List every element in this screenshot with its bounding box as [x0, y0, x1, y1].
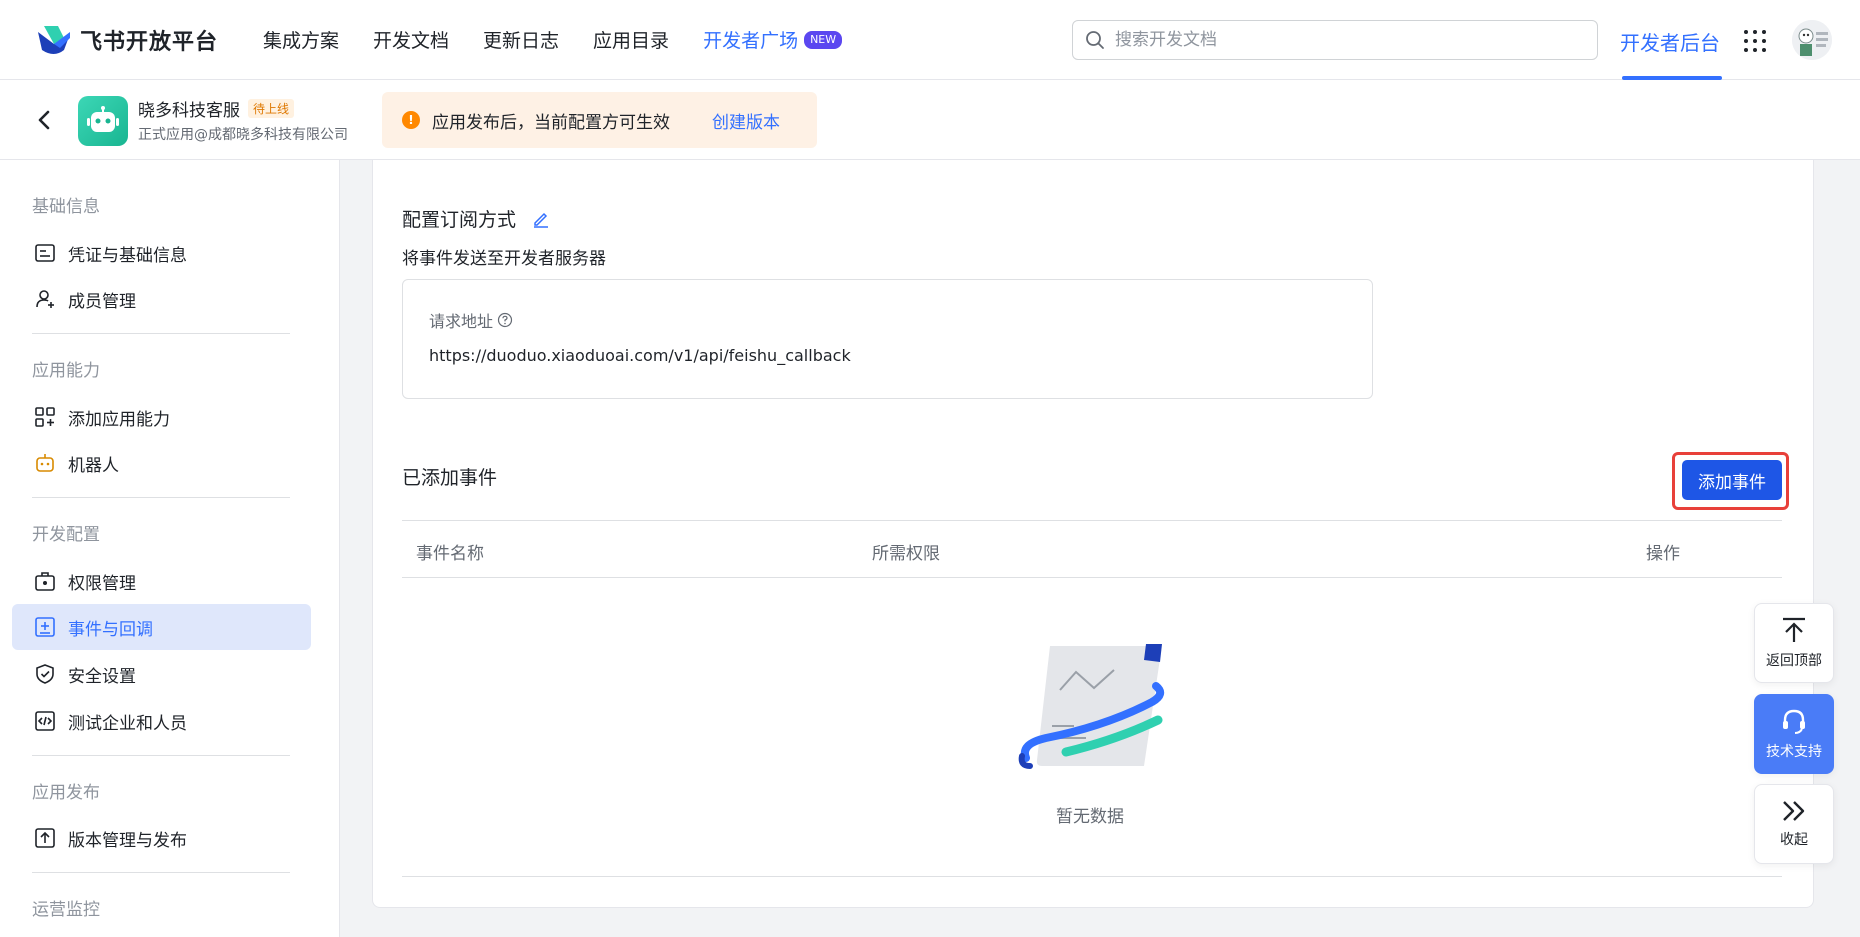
sidebar-item-permissions[interactable]: 权限管理 — [12, 558, 311, 604]
sidebar-item-version-publish[interactable]: 版本管理与发布 — [12, 815, 311, 861]
sidebar-divider — [32, 872, 290, 873]
sidebar-item-robot[interactable]: 机器人 — [12, 440, 311, 486]
back-arrow-icon[interactable] — [34, 108, 54, 132]
status-badge: 待上线 — [248, 99, 295, 118]
column-required-permission: 所需权限 — [872, 544, 940, 564]
nav-item-solutions[interactable]: 集成方案 — [263, 26, 339, 53]
double-chevron-right-icon — [1783, 801, 1805, 821]
app-icon — [78, 96, 128, 146]
add-app-icon — [35, 407, 55, 427]
robot-icon — [87, 106, 119, 132]
sidebar-item-test-tenants[interactable]: 测试企业和人员 — [12, 698, 311, 744]
empty-state-text: 暂无数据 — [1056, 807, 1124, 827]
briefcase-lock-icon — [35, 572, 55, 591]
search-box[interactable] — [1072, 20, 1598, 60]
edit-icon[interactable] — [532, 210, 550, 228]
code-box-icon — [35, 711, 55, 731]
search-input[interactable] — [1115, 30, 1555, 50]
sidebar-group-capabilities: 应用能力 — [32, 361, 100, 381]
tech-support-label: 技术支持 — [1766, 744, 1822, 760]
sidebar-group-publish: 应用发布 — [32, 783, 100, 803]
request-url-label: 请求地址 — [429, 308, 513, 332]
sidebar-item-events-callbacks[interactable]: 事件与回调 — [12, 604, 311, 650]
developer-plaza-label: 开发者广场 — [703, 30, 799, 52]
warning-icon: ! — [402, 111, 420, 129]
sidebar-item-label: 版本管理与发布 — [68, 830, 187, 851]
sidebar-divider — [32, 333, 290, 334]
create-version-link[interactable]: 创建版本 — [712, 108, 780, 133]
nav-item-changelog[interactable]: 更新日志 — [483, 26, 559, 53]
credential-card-icon — [35, 244, 55, 262]
user-add-icon — [36, 290, 54, 308]
sidebar-item-add-capability[interactable]: 添加应用能力 — [12, 394, 311, 440]
sidebar-group-monitoring: 运营监控 — [32, 900, 100, 920]
collapse-label: 收起 — [1780, 832, 1808, 848]
subscription-description: 将事件发送至开发者服务器 — [402, 249, 606, 269]
add-event-button[interactable]: 添加事件 — [1682, 460, 1782, 500]
sidebar: 基础信息 凭证与基础信息 成员管理 应用能力 添加应用能力 机器人 开发配置 权… — [0, 160, 340, 937]
sidebar-item-label: 事件与回调 — [68, 619, 153, 640]
column-actions: 操作 — [1646, 544, 1680, 564]
sidebar-divider — [32, 755, 290, 756]
request-url-label-text: 请求地址 — [429, 312, 494, 331]
added-events-title: 已添加事件 — [402, 467, 498, 489]
sidebar-item-label: 添加应用能力 — [68, 409, 170, 430]
main-nav: 集成方案 开发文档 更新日志 应用目录 开发者广场 NEW — [263, 26, 843, 53]
notice-text: 应用发布后，当前配置方可生效 — [432, 112, 670, 133]
new-badge: NEW — [804, 30, 843, 49]
headset-icon — [1783, 709, 1805, 734]
sidebar-item-label: 凭证与基础信息 — [68, 245, 187, 266]
help-icon[interactable] — [497, 312, 513, 328]
search-icon — [1086, 31, 1104, 49]
sidebar-item-label: 权限管理 — [68, 573, 136, 594]
events-table-header: 事件名称 所需权限 操作 — [402, 520, 1782, 578]
shield-icon — [36, 664, 54, 684]
app-subtitle: 正式应用@成都晓多科技有限公司 — [138, 127, 348, 143]
sidebar-group-dev-config: 开发配置 — [32, 525, 100, 545]
collapse-button[interactable]: 收起 — [1754, 784, 1834, 864]
user-avatar[interactable] — [1792, 20, 1832, 60]
empty-state-illustration — [1018, 644, 1165, 769]
column-event-name: 事件名称 — [416, 544, 484, 564]
sidebar-item-security[interactable]: 安全设置 — [12, 651, 311, 697]
app-header-bar: 晓多科技客服 待上线 正式应用@成都晓多科技有限公司 ! 应用发布后，当前配置方… — [0, 80, 1860, 160]
brand-logo[interactable]: 飞书开放平台 — [34, 22, 218, 58]
avatar-image — [1792, 20, 1832, 60]
top-navbar: 飞书开放平台 集成方案 开发文档 更新日志 应用目录 开发者广场 NEW 开发者… — [0, 0, 1860, 80]
sidebar-item-credentials[interactable]: 凭证与基础信息 — [12, 230, 311, 276]
app-name: 晓多科技客服 — [138, 101, 240, 121]
app-launcher-icon[interactable] — [1744, 30, 1766, 52]
sidebar-group-basic: 基础信息 — [32, 197, 100, 217]
event-icon — [35, 617, 55, 637]
robot-icon — [36, 454, 54, 472]
sidebar-item-label: 成员管理 — [68, 291, 136, 312]
sidebar-item-label: 测试企业和人员 — [68, 713, 187, 734]
sidebar-item-members[interactable]: 成员管理 — [12, 276, 311, 322]
developer-console-link[interactable]: 开发者后台 — [1620, 27, 1720, 56]
back-to-top-button[interactable]: 返回顶部 — [1754, 603, 1834, 683]
subscription-title: 配置订阅方式 — [402, 205, 550, 232]
back-to-top-label: 返回顶部 — [1766, 653, 1822, 669]
request-url-value: https://duoduo.xiaoduoai.com/v1/api/feis… — [429, 346, 851, 365]
app-title: 晓多科技客服 待上线 — [138, 96, 295, 121]
request-url-box: 请求地址 https://duoduo.xiaoduoai.com/v1/api… — [402, 279, 1373, 399]
subscription-title-text: 配置订阅方式 — [402, 209, 517, 231]
sidebar-item-label: 安全设置 — [68, 666, 136, 687]
feishu-logo-icon — [38, 26, 70, 54]
publish-notice: ! 应用发布后，当前配置方可生效 创建版本 — [382, 92, 817, 148]
nav-item-app-directory[interactable]: 应用目录 — [593, 26, 669, 53]
upload-box-icon — [35, 828, 55, 848]
brand-name: 飞书开放平台 — [80, 30, 219, 55]
nav-item-developer-plaza[interactable]: 开发者广场 NEW — [703, 26, 843, 53]
sidebar-divider — [32, 497, 290, 498]
sidebar-item-label: 机器人 — [68, 455, 119, 476]
nav-item-docs[interactable]: 开发文档 — [373, 26, 449, 53]
table-bottom-border — [402, 876, 1782, 877]
tech-support-button[interactable]: 技术支持 — [1754, 694, 1834, 774]
arrow-up-to-top-icon — [1783, 617, 1805, 642]
